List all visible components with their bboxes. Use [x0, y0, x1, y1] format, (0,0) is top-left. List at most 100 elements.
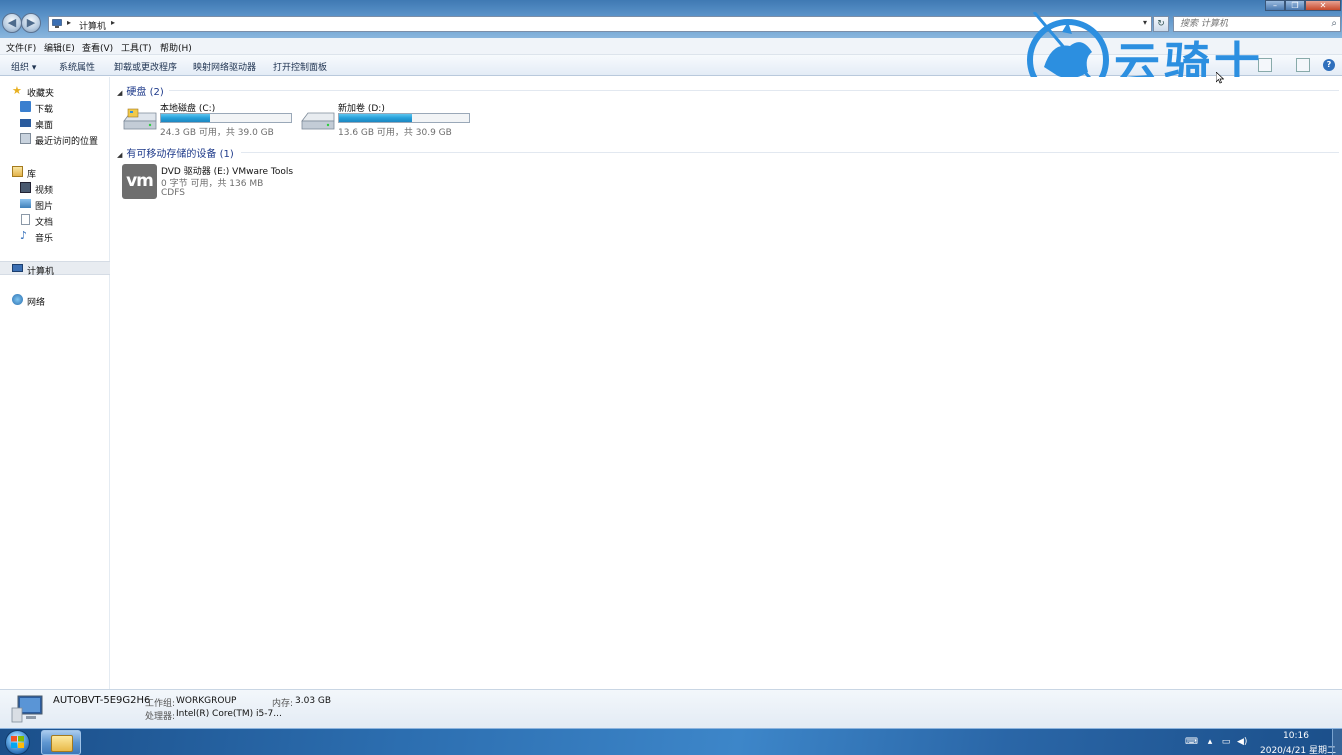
breadcrumb-separator-icon[interactable]: ▸ — [111, 18, 115, 27]
start-button[interactable] — [2, 729, 32, 755]
menu-file[interactable]: 文件(F) — [6, 41, 36, 54]
address-dropdown-icon[interactable]: ▾ — [1143, 18, 1147, 27]
windows-logo-icon — [11, 736, 24, 748]
taskbar-explorer-button[interactable] — [41, 730, 81, 755]
keyboard-icon[interactable]: ⌨ — [1185, 737, 1198, 747]
search-box[interactable]: ⌕ — [1173, 16, 1341, 32]
collapse-triangle-icon[interactable]: ◢ — [117, 151, 122, 159]
show-desktop-button[interactable] — [1332, 729, 1342, 755]
drive-info: 24.3 GB 可用，共 39.0 GB — [160, 128, 274, 138]
search-input[interactable] — [1174, 17, 1314, 31]
breadcrumb-separator-icon[interactable]: ▸ — [67, 18, 71, 27]
clock-time[interactable]: 10:16 — [1283, 731, 1309, 741]
removable-group-header[interactable]: ◢ 有可移动存储的设备 (1) — [117, 145, 234, 160]
menu-help[interactable]: 帮助(H) — [160, 41, 192, 54]
system-properties-button[interactable]: 系统属性 — [59, 60, 95, 73]
mouse-cursor-icon — [1216, 72, 1224, 84]
nav-network[interactable]: 网络 — [0, 293, 110, 308]
workgroup-value: WORKGROUP — [176, 696, 237, 706]
nav-label: 库 — [27, 170, 37, 180]
minimize-button[interactable]: – — [1265, 0, 1285, 11]
nav-label: 桌面 — [35, 121, 54, 131]
music-icon: ♪ — [20, 229, 28, 242]
dvd-drive-filesystem: CDFS — [161, 188, 185, 198]
close-button[interactable]: ✕ — [1305, 0, 1341, 11]
vmware-icon: vm — [122, 164, 157, 199]
nav-downloads[interactable]: 下载 — [0, 100, 110, 115]
nav-videos[interactable]: 视频 — [0, 181, 110, 196]
nav-label: 最近访问的位置 — [35, 137, 99, 147]
window-controls: – ❐ ✕ — [1265, 0, 1341, 11]
drive-usage-fill — [339, 114, 412, 122]
folder-icon — [51, 735, 73, 752]
drive-info: 13.6 GB 可用，共 30.9 GB — [338, 128, 452, 138]
nav-pictures[interactable]: 图片 — [0, 197, 110, 212]
clock-date[interactable]: 2020/4/21 星期二 — [1260, 743, 1336, 755]
memory-label: 内存: — [272, 699, 294, 709]
drive-d[interactable]: 新加卷 (D:) 13.6 GB 可用，共 30.9 GB — [300, 101, 480, 138]
volume-icon[interactable]: ◀) — [1237, 737, 1247, 747]
libraries-icon — [12, 166, 23, 177]
map-network-drive-button[interactable]: 映射网络驱动器 — [193, 60, 256, 73]
nav-computer[interactable]: 计算机 — [0, 261, 110, 277]
menu-view[interactable]: 查看(V) — [82, 41, 113, 54]
nav-label: 图片 — [35, 202, 54, 212]
desktop-icon — [20, 119, 31, 127]
nav-label: 计算机 — [27, 267, 55, 277]
maximize-button[interactable]: ❐ — [1285, 0, 1305, 11]
computer-icon — [12, 264, 23, 272]
nav-desktop[interactable]: 桌面 — [0, 116, 110, 131]
back-button[interactable]: ◀ — [2, 13, 22, 33]
nav-label: 音乐 — [35, 234, 54, 244]
processor-value: Intel(R) Core(TM) i5-7... — [176, 709, 282, 719]
content-pane: ◢ 硬盘 (2) 本地磁盘 (C:) 24.3 GB 可用，共 39.0 GB 新… — [111, 77, 1342, 689]
nav-recent-places[interactable]: 最近访问的位置 — [0, 132, 110, 147]
workgroup-label: 工作组: — [145, 699, 176, 709]
pc-name: AUTOBVT-5E9G2H6 — [53, 695, 151, 706]
preview-pane-icon[interactable] — [1296, 58, 1310, 72]
memory-value: 3.03 GB — [295, 696, 332, 706]
nav-label: 视频 — [35, 186, 54, 196]
nav-label: 下载 — [35, 105, 54, 115]
taskbar: ⌨ ▴ ▭ ◀) 10:16 2020/4/21 星期二 — [0, 728, 1342, 755]
forward-button[interactable]: ▶ — [21, 13, 41, 33]
drive-usage-bar — [160, 113, 292, 123]
nav-music[interactable]: ♪ 音乐 — [0, 229, 110, 244]
address-bar[interactable]: ▸ 计算机 ▸ ▾ — [48, 16, 1152, 32]
command-bar: 组织 ▾ 系统属性 卸载或更改程序 映射网络驱动器 打开控制面板 ? — [0, 55, 1342, 76]
nav-label: 文档 — [35, 218, 54, 228]
nav-favorites[interactable]: ★ 收藏夹 — [0, 84, 110, 99]
open-control-panel-button[interactable]: 打开控制面板 — [273, 60, 327, 73]
nav-libraries[interactable]: 库 — [0, 165, 110, 180]
help-icon[interactable]: ? — [1323, 59, 1335, 71]
group-header-label: 有可移动存储的设备 (1) — [126, 149, 234, 160]
breadcrumb-computer[interactable]: 计算机 — [79, 19, 106, 32]
search-icon[interactable]: ⌕ — [1331, 18, 1337, 29]
menu-edit[interactable]: 编辑(E) — [44, 41, 75, 54]
group-divider — [169, 90, 1339, 91]
change-view-icon[interactable] — [1258, 58, 1272, 72]
network-icon — [12, 294, 23, 305]
organize-button[interactable]: 组织 ▾ — [11, 60, 36, 73]
refresh-button[interactable]: ↻ — [1153, 16, 1169, 32]
uninstall-program-button[interactable]: 卸载或更改程序 — [114, 60, 177, 73]
drive-usage-bar — [338, 113, 470, 123]
drive-c[interactable]: 本地磁盘 (C:) 24.3 GB 可用，共 39.0 GB — [122, 101, 302, 138]
menu-tools[interactable]: 工具(T) — [121, 41, 152, 54]
dvd-drive-e[interactable]: vm DVD 驱动器 (E:) VMware Tools 0 字节 可用，共 1… — [122, 164, 442, 202]
star-icon: ★ — [12, 84, 22, 97]
collapse-triangle-icon[interactable]: ◢ — [117, 89, 122, 97]
hard-disks-group-header[interactable]: ◢ 硬盘 (2) — [117, 83, 164, 98]
group-divider — [241, 152, 1339, 153]
group-header-label: 硬盘 (2) — [126, 87, 164, 98]
computer-large-icon — [11, 695, 43, 723]
nav-label: 网络 — [27, 298, 46, 308]
nav-documents[interactable]: 文档 — [0, 213, 110, 228]
hard-drive-icon — [123, 108, 157, 130]
system-tray: ⌨ ▴ ▭ ◀) 10:16 2020/4/21 星期二 — [1172, 729, 1342, 755]
processor-label: 处理器: — [145, 712, 176, 722]
network-tray-icon[interactable]: ▭ — [1221, 737, 1231, 747]
show-hidden-icons-icon[interactable]: ▴ — [1205, 737, 1215, 747]
documents-icon — [21, 214, 30, 225]
menu-bar: 文件(F) 编辑(E) 查看(V) 工具(T) 帮助(H) — [0, 38, 1342, 55]
